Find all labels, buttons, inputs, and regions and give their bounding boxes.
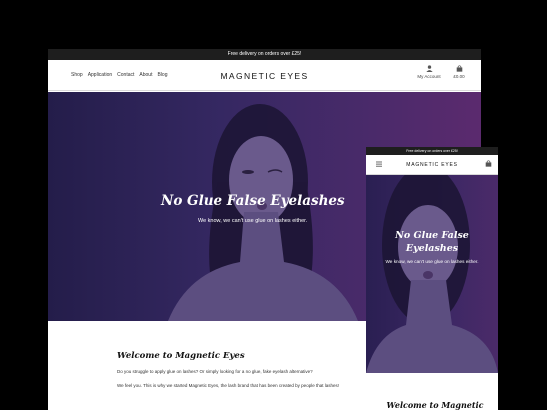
user-icon	[425, 65, 433, 72]
mobile-preview: Free delivery on orders over £25! MAGNET…	[366, 147, 498, 410]
site-header: Shop Application Contact About Blog MAGN…	[48, 60, 481, 91]
shopping-bag-icon	[456, 65, 462, 72]
welcome-heading: Welcome to Magnetic Eyes	[117, 351, 245, 361]
announcement-bar: Free delivery on orders over £25!	[48, 49, 481, 60]
mobile-hero-title: No Glue False Eyelashes	[395, 230, 469, 254]
welcome-paragraph-2: We feel you. This is why we started Magn…	[117, 383, 339, 388]
mobile-hero-banner: No Glue False Eyelashes We know, we can'…	[366, 175, 498, 373]
hero-subtitle: We know, we can't use glue on lashes eit…	[198, 218, 308, 224]
cart-link[interactable]: £0.00	[448, 65, 470, 79]
cart-total: £0.00	[453, 74, 465, 79]
my-account-link[interactable]: My Account	[414, 65, 444, 79]
mobile-site-logo[interactable]: MAGNETIC EYES	[366, 162, 498, 168]
mobile-hero-model-image	[366, 175, 498, 373]
mobile-header: MAGNETIC EYES	[366, 155, 498, 175]
mobile-announcement-bar: Free delivery on orders over £25!	[366, 147, 498, 155]
shopping-bag-icon[interactable]	[485, 160, 492, 167]
welcome-paragraph-1: Do you struggle to apply glue on lashes?…	[117, 369, 313, 374]
mobile-hero-subtitle: We know, we can't use glue on lashes eit…	[385, 259, 479, 264]
hero-title: No Glue False Eyelashes	[161, 193, 345, 209]
account-label: My Account	[417, 74, 441, 79]
mobile-welcome-heading: Welcome to Magnetic	[386, 400, 484, 410]
